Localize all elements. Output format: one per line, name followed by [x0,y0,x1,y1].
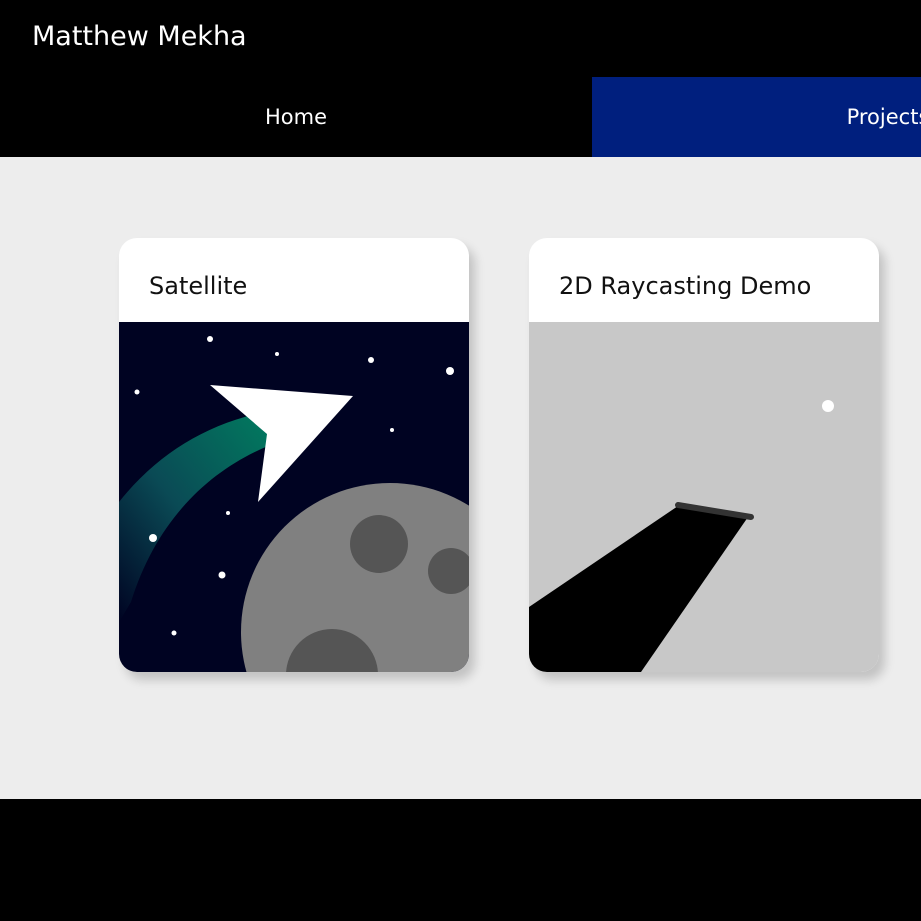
project-card-title: Satellite [149,272,248,300]
project-card-raycasting[interactable]: 2D Raycasting Demo [529,238,879,672]
project-card-title: 2D Raycasting Demo [559,272,812,300]
main-nav: Home Projects [0,77,921,157]
light-source [822,400,834,412]
project-card-satellite[interactable]: Satellite [119,238,469,672]
raycasting-illustration [529,322,879,672]
nav-tab-projects[interactable]: Projects [592,77,921,157]
site-footer [0,799,921,921]
site-header: Matthew Mekha [0,0,921,77]
page: Matthew Mekha Home Projects Satellite [0,0,921,921]
projects-content: Satellite 2D Raycasting Demo [0,157,921,799]
nav-tab-home[interactable]: Home [0,77,592,157]
satellite-illustration [119,322,469,672]
site-title[interactable]: Matthew Mekha [32,18,247,56]
